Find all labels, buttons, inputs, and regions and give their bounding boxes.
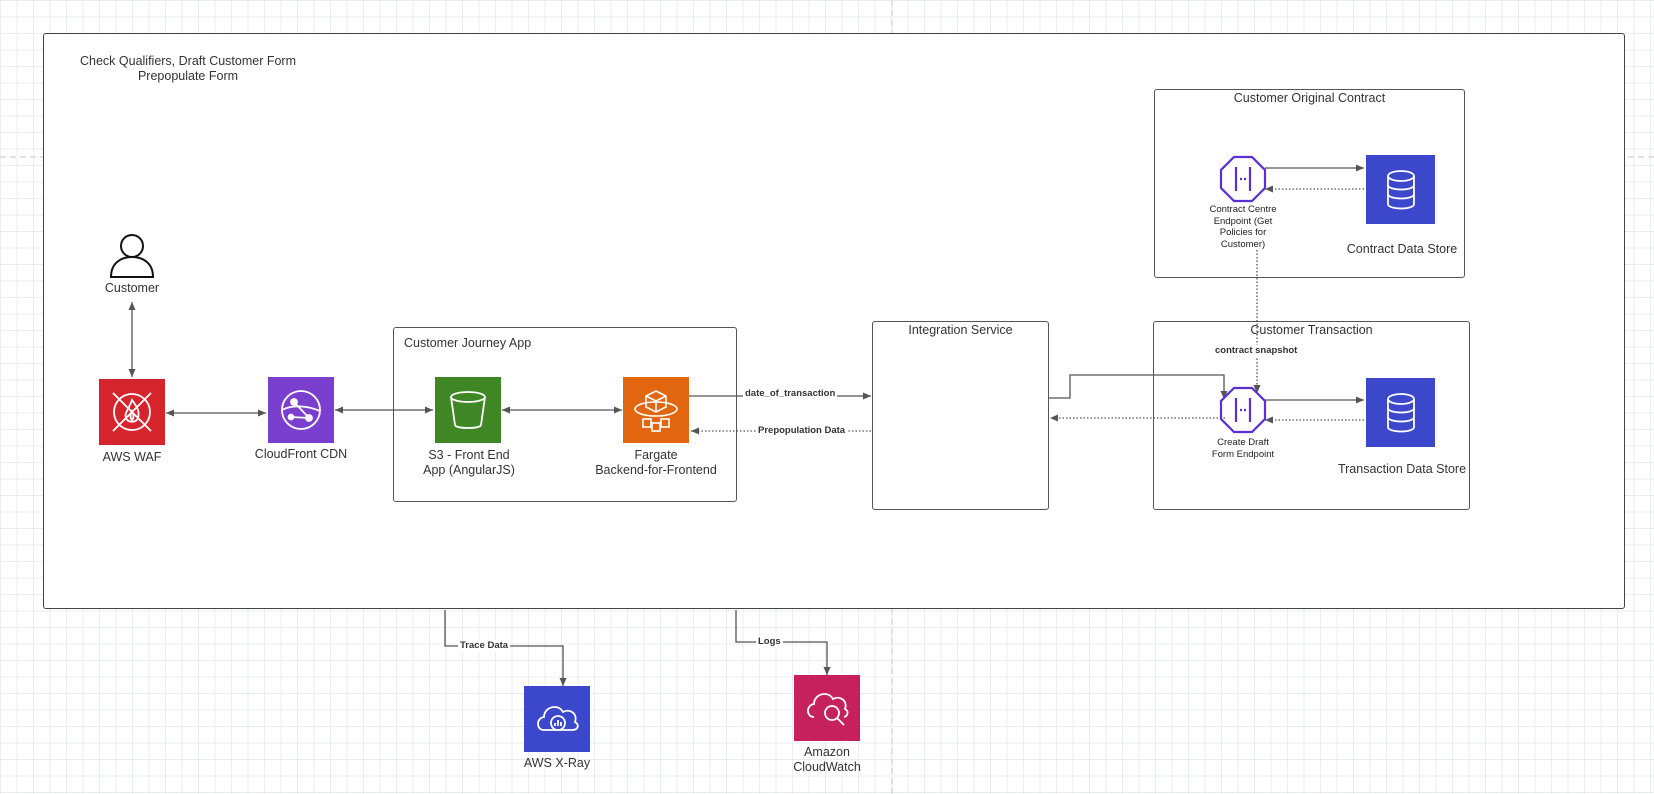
cloudfront-icon[interactable] xyxy=(268,377,334,443)
transaction-data-store-label: Transaction Data Store xyxy=(1337,462,1467,476)
edge-label-contract-snapshot: contract snapshot xyxy=(1213,345,1300,357)
fargate-icon[interactable] xyxy=(623,377,689,443)
cloudwatch-label-line-1: Amazon xyxy=(804,745,850,759)
edge-label-trace-data: Trace Data xyxy=(458,640,511,652)
contract-endpoint-label-line-4: Customer) xyxy=(1220,238,1266,250)
fargate-label: Fargate Backend-for-Frontend xyxy=(584,448,728,478)
aws-xray-icon[interactable] xyxy=(524,686,590,752)
contract-endpoint-label-line-2: Endpoint (Get xyxy=(1213,215,1273,227)
s3-label: S3 - Front End App (AngularJS) xyxy=(404,448,534,478)
edge-label-logs: Logs xyxy=(756,636,783,648)
customer-label: Customer xyxy=(104,281,160,295)
cloudfront-label: CloudFront CDN xyxy=(254,447,348,461)
fargate-label-line-2: Backend-for-Frontend xyxy=(595,463,717,477)
contract-endpoint-label: Contract Centre Endpoint (Get Policies f… xyxy=(1203,204,1283,250)
draft-endpoint-label-line-1: Create Draft xyxy=(1217,437,1269,448)
s3-bucket-icon[interactable] xyxy=(435,377,501,443)
s3-label-line-2: App (AngularJS) xyxy=(423,463,515,477)
customer-original-contract-title: Customer Original Contract xyxy=(1233,91,1386,105)
outer-title-line-2: Prepopulate Form xyxy=(137,69,239,83)
aws-waf-label: AWS WAF xyxy=(102,450,162,464)
s3-label-line-1: S3 - Front End xyxy=(428,448,510,462)
outer-title: Check Qualifiers, Draft Customer Form Pr… xyxy=(70,54,306,84)
draft-endpoint-label-line-2: Form Endpoint xyxy=(1211,448,1275,460)
cloudwatch-label-line-2: CloudWatch xyxy=(793,760,861,774)
edge-label-date-of-transaction: date_of_transaction xyxy=(743,388,838,400)
cloudwatch-label: Amazon CloudWatch xyxy=(777,745,877,775)
edge-label-prepopulation-data: Prepopulation Data xyxy=(756,425,848,437)
cloudwatch-icon[interactable] xyxy=(794,675,860,741)
contract-endpoint-api-gateway-icon[interactable] xyxy=(1219,155,1267,203)
customer-journey-app-title: Customer Journey App xyxy=(404,336,532,350)
outer-title-line-1: Check Qualifiers, Draft Customer Form xyxy=(79,54,297,68)
aws-waf-icon[interactable] xyxy=(99,379,165,445)
contract-data-store-label: Contract Data Store xyxy=(1346,242,1458,256)
draft-endpoint-api-gateway-icon[interactable] xyxy=(1219,386,1267,434)
fargate-label-line-1: Fargate xyxy=(634,448,678,462)
contract-data-store-icon[interactable] xyxy=(1366,155,1435,224)
draft-endpoint-label: Create Draft Form Endpoint xyxy=(1203,437,1283,460)
aws-xray-label: AWS X-Ray xyxy=(523,756,591,770)
contract-endpoint-label-line-3: Policies for xyxy=(1219,227,1267,238)
contract-endpoint-label-line-1: Contract Centre xyxy=(1209,204,1277,215)
integration-service-group[interactable] xyxy=(872,321,1049,510)
transaction-data-store-icon[interactable] xyxy=(1366,378,1435,447)
integration-service-title: Integration Service xyxy=(908,323,1013,337)
customer-user-icon[interactable] xyxy=(108,231,156,279)
customer-transaction-title: Customer Transaction xyxy=(1250,323,1373,337)
